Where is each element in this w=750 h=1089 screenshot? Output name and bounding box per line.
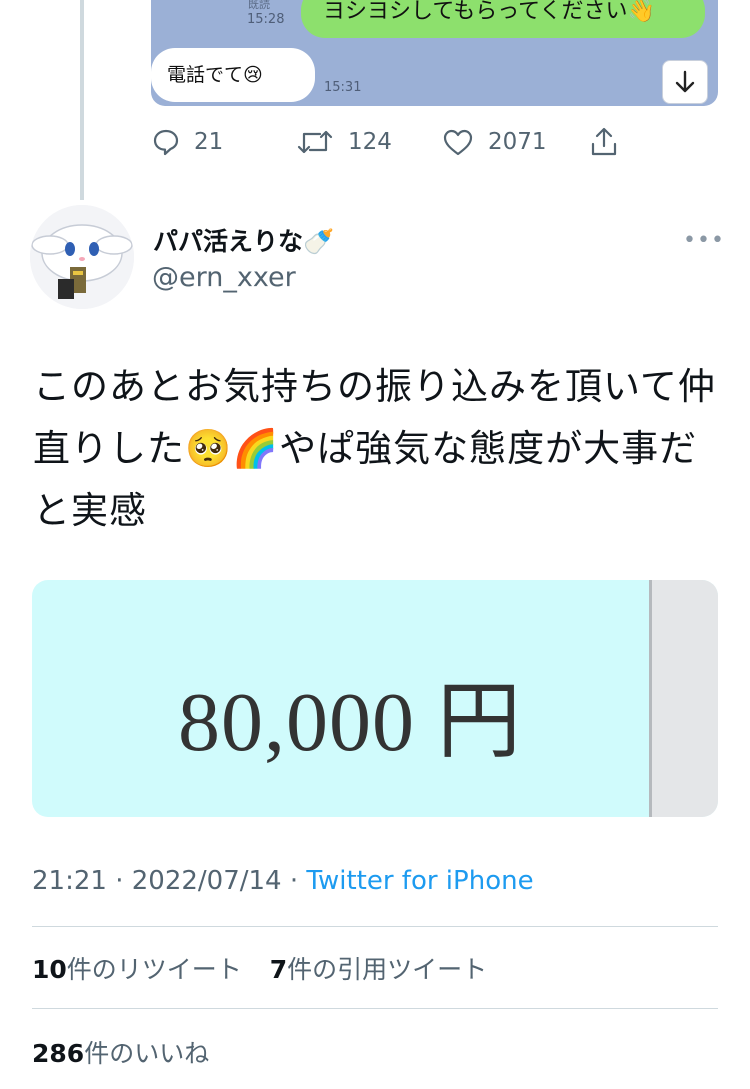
avatar-character-image	[30, 205, 134, 309]
reply-button[interactable]: 21	[152, 124, 223, 160]
divider	[32, 1008, 718, 1009]
thread-line	[80, 0, 84, 200]
share-icon	[591, 127, 617, 156]
tweet-date: 2022/07/14	[131, 866, 282, 896]
arrow-down-icon	[675, 70, 695, 93]
like-button[interactable]: 2071	[442, 124, 547, 160]
message-time: 15:28	[247, 12, 285, 27]
likes-label: 件のいいね	[84, 1039, 210, 1068]
image-side-strip	[650, 580, 718, 817]
tweet-time: 21:21	[32, 866, 107, 896]
meta-separator: ·	[106, 866, 132, 896]
likes-stats[interactable]: 286件のいいね	[32, 1034, 209, 1070]
retweet-count: 124	[348, 129, 392, 155]
image-divider	[649, 580, 652, 817]
retweets-count: 10	[32, 955, 67, 984]
like-count: 2071	[488, 129, 547, 155]
read-label: 既読	[248, 0, 270, 11]
tweet-text: このあとお気持ちの振り込みを頂いて仲直りした🥺🌈やぱ強気な態度が大事だと実感	[33, 365, 716, 532]
tweet-source-link[interactable]: Twitter for iPhone	[306, 866, 533, 896]
retweet-stats[interactable]: 10件のリツイート 7件の引用ツイート	[32, 950, 487, 986]
message-time: 15:31	[324, 80, 362, 95]
reply-icon	[153, 129, 179, 156]
user-handle[interactable]: @ern_xxer	[152, 262, 296, 293]
chat-screenshot[interactable]: 既読 15:28 ヨシヨシしてもらってください👋 電話でて😢 15:31	[151, 0, 718, 106]
retweet-icon	[297, 130, 333, 154]
likes-count: 286	[32, 1039, 85, 1068]
avatar[interactable]	[30, 205, 134, 309]
retweets-label: 件のリツイート	[66, 955, 242, 984]
scroll-down-button[interactable]	[662, 60, 708, 104]
quotes-count: 7	[269, 955, 288, 984]
reply-count: 21	[194, 129, 224, 155]
more-options-icon[interactable]: •••	[683, 228, 725, 253]
quotes-label: 件の引用ツイート	[287, 955, 488, 984]
share-button[interactable]	[588, 124, 620, 160]
received-message-bubble: 電話でて😢	[151, 48, 315, 102]
display-name[interactable]: パパ活えりな🍼	[153, 222, 334, 258]
tweet-meta: 21:21 · 2022/07/14 · Twitter for iPhone	[32, 866, 534, 896]
heart-icon	[443, 129, 473, 156]
sent-message-bubble: ヨシヨシしてもらってください👋	[301, 0, 705, 38]
meta-separator: ·	[281, 866, 307, 896]
divider	[32, 926, 718, 927]
retweet-button[interactable]: 124	[296, 124, 392, 160]
image-amount-text: 80,000 円	[178, 676, 523, 769]
